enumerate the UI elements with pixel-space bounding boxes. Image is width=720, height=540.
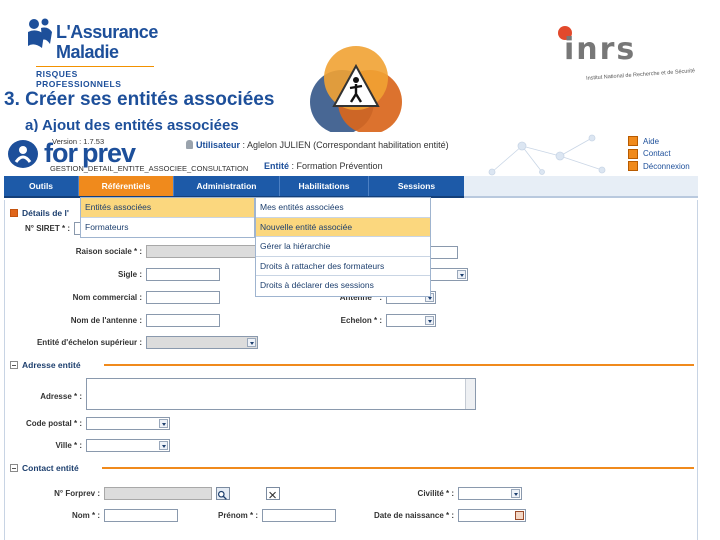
app-version: Version : 1.7.53 — [52, 137, 105, 146]
label-adresse: Adresse * : — [40, 392, 82, 401]
adresse-textarea[interactable] — [86, 378, 476, 410]
prenom-input[interactable] — [262, 509, 336, 522]
assurance-maladie-line2: Maladie — [56, 42, 119, 62]
user-value: : Aglelon JULIEN (Correspondant habilita… — [242, 140, 449, 150]
nav-referentiels[interactable]: Référentiels — [79, 176, 174, 196]
section-divider — [104, 364, 694, 366]
chevron-down-icon — [159, 419, 168, 428]
clear-button[interactable] — [266, 487, 280, 500]
menu-item-nouvelle-entite[interactable]: Nouvelle entité associée — [256, 217, 430, 237]
menu-item-entites-associees[interactable]: Entités associées — [81, 198, 254, 218]
label-code-postal: Code postal * : — [25, 419, 82, 428]
raison-sociale-side-field[interactable] — [430, 246, 458, 259]
logout-link[interactable]: Déconnexion — [628, 160, 690, 172]
label-siret: N° SIRET * : — [25, 224, 70, 233]
inrs-tagline: Institut National de Recherche et de Séc… — [585, 68, 696, 82]
section-adresse[interactable]: Adresse entité — [10, 358, 81, 372]
menu-habilitations: Mes entités associées Nouvelle entité as… — [255, 197, 431, 297]
power-icon — [628, 161, 638, 171]
entite-superieur-select[interactable] — [146, 336, 258, 349]
collapse-icon — [10, 209, 18, 217]
menu-item-mes-entites[interactable]: Mes entités associées — [256, 198, 430, 218]
user-label: Utilisateur — [196, 140, 241, 150]
label-entite-superieur: Entité d'échelon supérieur : — [36, 338, 142, 347]
section-details[interactable]: Détails de l' — [10, 206, 69, 220]
label-sigle: Sigle : — [117, 270, 142, 279]
code-postal-select[interactable] — [86, 417, 170, 430]
label-nom-commercial: Nom commercial : — [72, 293, 142, 302]
mail-icon — [628, 148, 638, 159]
risques-professionnels-text: RISQUES PROFESSIONNELS — [36, 66, 154, 89]
chevron-down-icon — [247, 338, 256, 347]
forprev-training-logo-icon — [310, 46, 402, 134]
label-civilite: Civilité * : — [417, 489, 454, 498]
nav-habilitations[interactable]: Habilitations — [280, 176, 369, 196]
menu-item-droits-sessions[interactable]: Droits à déclarer des sessions — [256, 276, 430, 296]
chevron-down-icon — [457, 270, 466, 279]
collapse-icon — [10, 464, 18, 472]
entity-label: Entité — [264, 161, 290, 171]
label-ville: Ville * : — [55, 441, 82, 450]
forprev-logo-icon — [8, 140, 38, 168]
ville-select[interactable] — [86, 439, 170, 452]
nom-input[interactable] — [104, 509, 178, 522]
section-contact[interactable]: Contact entité — [10, 461, 79, 475]
user-icon — [186, 140, 193, 149]
contact-link[interactable]: Contact — [628, 148, 690, 160]
app-header: for prev Version : 1.7.53 GESTION_DETAIL… — [0, 132, 704, 176]
current-entity: Entité : Formation Prévention — [264, 161, 383, 171]
label-nom-antenne: Nom de l'antenne : — [70, 316, 142, 325]
menu-referentiels: Entités associées Formateurs — [80, 197, 255, 238]
page-identifier: GESTION_DETAIL_ENTITE_ASSOCIEE_CONSULTAT… — [50, 164, 249, 173]
menu-item-gerer-hierarchie[interactable]: Gérer la hiérarchie — [256, 237, 430, 257]
assurance-maladie-line1: L'Assurance — [56, 22, 158, 42]
label-prenom: Prénom * : — [217, 511, 258, 520]
chevron-down-icon — [159, 441, 168, 450]
main-nav: Outils Référentiels Administration Habil… — [4, 176, 464, 198]
label-forprev: N° Forprev : — [54, 489, 100, 498]
entity-value: : Formation Prévention — [291, 161, 383, 171]
help-link[interactable]: Aide — [628, 135, 690, 147]
close-icon — [269, 491, 276, 499]
nav-filler — [464, 176, 698, 198]
menu-item-droits-formateurs[interactable]: Droits à rattacher des formateurs — [256, 257, 430, 276]
forprev-app-screenshot: for prev Version : 1.7.53 GESTION_DETAIL… — [0, 132, 704, 540]
label-raison-sociale: Raison sociale * : — [75, 247, 142, 256]
assurance-maladie-logo: L'Assurance Maladie RISQUES PROFESSIONNE… — [24, 16, 158, 89]
inrs-logo: inrs Institut National de Recherche et d… — [550, 18, 695, 82]
current-user: Utilisateur : Aglelon JULIEN (Correspond… — [186, 140, 449, 150]
nav-administration[interactable]: Administration — [174, 176, 280, 196]
nav-outils[interactable]: Outils — [4, 176, 79, 196]
label-date-naissance: Date de naissance * : — [373, 511, 454, 520]
chevron-down-icon — [511, 489, 520, 498]
calendar-icon[interactable] — [515, 511, 524, 520]
collapse-icon — [10, 361, 18, 369]
scrollbar[interactable] — [465, 379, 475, 409]
assurance-maladie-mark-icon — [28, 18, 52, 48]
sigle-input[interactable] — [146, 268, 220, 281]
forprev-number-input[interactable] — [104, 487, 212, 500]
label-nom: Nom * : — [72, 511, 100, 520]
menu-item-formateurs[interactable]: Formateurs — [81, 218, 254, 238]
civilite-select[interactable] — [458, 487, 522, 500]
nom-antenne-input[interactable] — [146, 314, 220, 327]
section-divider — [102, 467, 694, 469]
search-icon — [218, 490, 227, 500]
echelon-select[interactable] — [386, 314, 436, 327]
search-button[interactable] — [216, 487, 230, 500]
top-links: Aide Contact Déconnexion — [628, 135, 690, 173]
help-icon — [628, 136, 638, 146]
label-echelon: Echelon * : — [340, 316, 382, 325]
inrs-word: inrs — [564, 32, 637, 67]
raison-sociale-input[interactable] — [146, 245, 256, 258]
nav-sessions[interactable]: Sessions — [369, 176, 464, 196]
nom-commercial-input[interactable] — [146, 291, 220, 304]
slide-title: 3. Créer ses entités associées — [4, 89, 275, 110]
date-naissance-input[interactable] — [458, 509, 526, 522]
chevron-down-icon — [425, 316, 434, 325]
network-decoration-icon — [488, 134, 606, 176]
side-select[interactable] — [430, 268, 468, 281]
